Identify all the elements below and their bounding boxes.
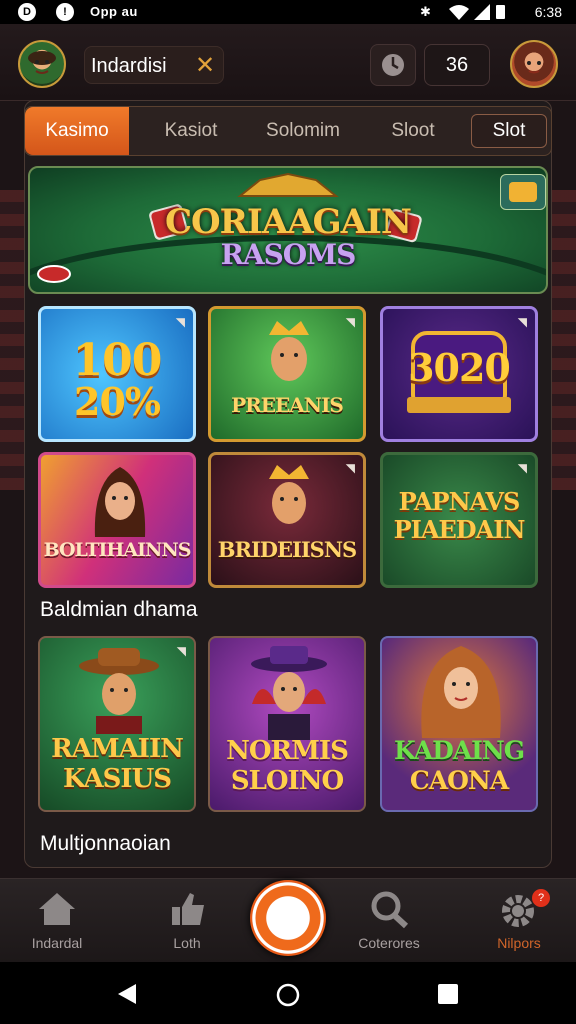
home-circle-icon[interactable] (275, 982, 301, 1008)
corner-arrow-icon: ◥ (345, 461, 355, 475)
gift-badge[interactable] (500, 174, 546, 210)
center-action-button[interactable] (250, 880, 326, 956)
featured-banner[interactable]: CORIAAGAIN RASOMS (28, 166, 548, 294)
ribbon-banner (407, 397, 511, 413)
friend-avatar[interactable] (510, 40, 558, 88)
status-bar: D ! Opp au ✱ 6:38 (0, 0, 576, 24)
clock-icon (380, 52, 406, 78)
prince-portrait (269, 465, 309, 524)
app-indicator-icon: D (18, 3, 36, 21)
back-icon[interactable] (116, 982, 138, 1006)
gambler-portrait (251, 646, 327, 740)
game-tile-label: BOLTIHAINNS (43, 539, 192, 561)
battery-icon (496, 5, 505, 19)
game-tile-normis[interactable]: NORMIS SLOINO (208, 636, 366, 812)
game-tile-label-bottom: 20% (74, 379, 161, 424)
status-app-name: Opp au (90, 4, 138, 19)
game-tile-label-top: RAMAIIN (51, 734, 184, 764)
friend-avatar-face (527, 61, 541, 74)
gift-icon (509, 182, 537, 202)
tab-kasimo[interactable]: Kasimo (25, 107, 129, 155)
king-portrait (269, 321, 309, 381)
game-tile-label-top: KADAING (393, 736, 525, 765)
corner-arrow-icon: ◥ (176, 644, 186, 658)
coins-counter[interactable]: 36 (424, 44, 490, 86)
username-chip[interactable]: Indardisi ✕ (84, 46, 224, 84)
section-title-baldmian: Baldmian dhama (40, 598, 198, 621)
game-tile-label: BRIDEIISNS (217, 537, 357, 562)
category-tabs: Kasimo Kasiot Solomim Sloot Slot (24, 106, 552, 156)
nav-label-home: Indardal (31, 935, 83, 951)
nav-item-home[interactable]: Indardal (2, 879, 112, 963)
corner-arrow-icon: ◥ (517, 315, 527, 329)
home-icon (39, 893, 75, 925)
game-tile-bonus[interactable]: 100 20% ◥ (38, 306, 196, 442)
right-background-decor (552, 190, 576, 490)
profile-avatar-face (28, 51, 56, 74)
recents-icon[interactable] (438, 984, 458, 1004)
profile-avatar[interactable] (18, 40, 66, 88)
game-tile-label-top: NORMIS (226, 736, 349, 766)
close-icon[interactable]: ✕ (195, 51, 215, 80)
game-tile-label: PREEANIS (231, 393, 344, 417)
game-tile-label-bottom: CAONA (409, 766, 509, 795)
game-tile-boltihainns[interactable]: BOLTIHAINNS (38, 452, 196, 588)
game-tile-brideiisns[interactable]: BRIDEIISNS ◥ (208, 452, 366, 588)
section-title-multjonnaoian: Multjonnaoian (40, 832, 171, 855)
game-tile-kadaing[interactable]: KADAING CAONA (380, 636, 538, 812)
game-tile-label-bottom: PIAEDAIN (393, 515, 526, 544)
nav-label-coterores: Coterores (358, 935, 420, 951)
game-tile-label: 3020 (408, 345, 511, 390)
status-time: 6:38 (534, 4, 562, 20)
nav-item-settings[interactable]: ? Nilpors (464, 879, 574, 963)
bluetooth-icon: ✱ (420, 4, 431, 19)
game-tile-label-bottom: KASIUS (62, 764, 172, 794)
signal-icon (474, 4, 490, 20)
corner-arrow-icon: ◥ (345, 315, 355, 329)
banner-title-line2: RASOMS (220, 238, 357, 271)
lady-portrait (421, 646, 501, 738)
search-icon (371, 891, 409, 929)
system-navigation-bar (0, 962, 576, 1024)
cowboy-portrait (79, 648, 159, 734)
tab-sloot[interactable]: Sloot (365, 107, 461, 155)
corner-arrow-icon: ◥ (517, 461, 527, 475)
notification-badge: ? (532, 889, 550, 907)
corner-arrow-icon: ◥ (175, 315, 185, 329)
nav-item-loth[interactable]: Loth (132, 879, 242, 963)
timer-button[interactable] (370, 44, 416, 86)
game-tile-preeanis[interactable]: PREEANIS ◥ (208, 306, 366, 442)
thumbs-up-icon (172, 893, 204, 925)
coins-value: 36 (445, 53, 469, 76)
nav-item-coterores[interactable]: Coterores (334, 879, 444, 963)
game-tile-papnavs[interactable]: PAPNAVS PIAEDAIN ◥ (380, 452, 538, 588)
tab-slot[interactable]: Slot (471, 114, 547, 148)
game-tile-ramaiin[interactable]: RAMAIIN KASIUS ◥ (38, 636, 196, 812)
tab-solomim[interactable]: Solomim (243, 107, 363, 155)
wifi-icon (449, 5, 469, 20)
game-tile-label-top: PAPNAVS (398, 487, 521, 516)
nav-label-settings: Nilpors (497, 935, 541, 951)
banner-title-line1: CORIAAGAIN (165, 202, 412, 242)
nav-label-loth: Loth (173, 935, 201, 951)
username-label: Indardisi (91, 55, 167, 77)
woman-portrait (94, 467, 146, 537)
notification-icon: ! (56, 3, 74, 21)
game-tile-3020[interactable]: 3020 ◥ (380, 306, 538, 442)
game-tile-label-bottom: SLOINO (230, 766, 344, 796)
tab-kasiot[interactable]: Kasiot (141, 107, 241, 155)
